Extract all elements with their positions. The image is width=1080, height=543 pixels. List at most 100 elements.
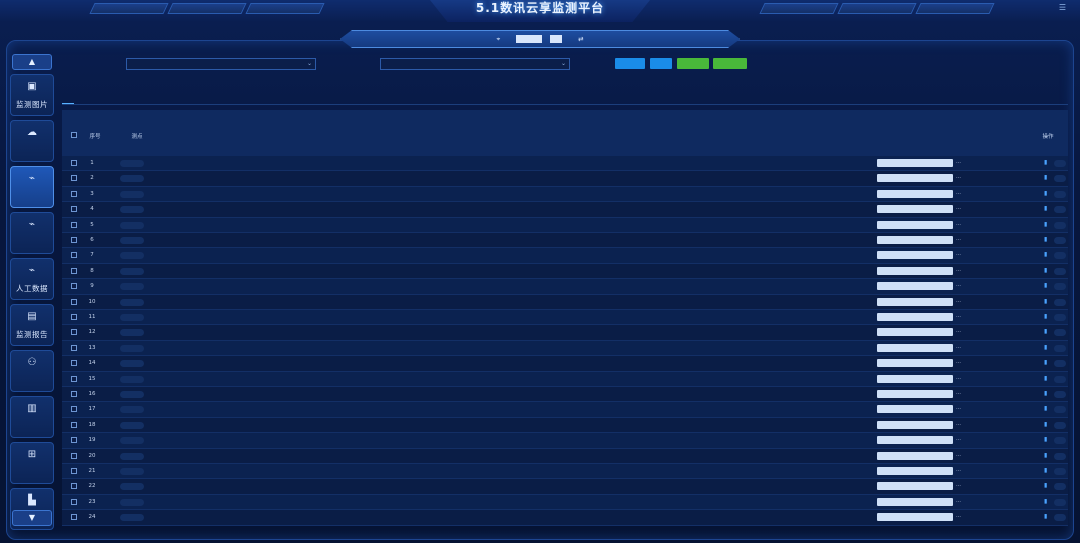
- more-icon[interactable]: …: [956, 159, 961, 165]
- table-row[interactable]: 10 … ▮: [62, 294, 1068, 310]
- file-link[interactable]: [877, 420, 953, 429]
- file-link[interactable]: [877, 297, 953, 306]
- row-checkbox[interactable]: [71, 514, 77, 521]
- file-link[interactable]: [877, 374, 953, 383]
- row-checkbox[interactable]: [71, 406, 77, 413]
- more-icon[interactable]: …: [956, 390, 961, 396]
- file-link[interactable]: [877, 205, 953, 214]
- row-checkbox[interactable]: [71, 283, 77, 290]
- chart-icon[interactable]: ▮: [1044, 513, 1047, 520]
- row-checkbox[interactable]: [71, 437, 77, 444]
- filter-select-2[interactable]: ⌄: [380, 58, 570, 70]
- export-button[interactable]: [713, 58, 747, 69]
- tab-5[interactable]: [118, 92, 130, 104]
- top-nav-button-1[interactable]: [89, 3, 169, 14]
- row-checkbox[interactable]: [71, 344, 77, 351]
- row-checkbox[interactable]: [71, 314, 77, 320]
- tab-4[interactable]: [104, 92, 116, 104]
- more-icon[interactable]: …: [956, 205, 961, 211]
- table-row[interactable]: 15 … ▮: [62, 371, 1068, 387]
- chart-icon[interactable]: ▮: [1044, 421, 1047, 428]
- sidebar-scroll-down-button[interactable]: ▼: [12, 510, 52, 526]
- row-checkbox[interactable]: [71, 391, 77, 397]
- chart-icon[interactable]: ▮: [1044, 390, 1047, 397]
- file-link[interactable]: [877, 467, 953, 475]
- more-icon[interactable]: …: [956, 174, 961, 180]
- more-icon[interactable]: …: [956, 452, 961, 458]
- row-checkbox[interactable]: [71, 190, 77, 197]
- chart-icon[interactable]: ▮: [1044, 159, 1047, 166]
- file-link[interactable]: [877, 451, 953, 460]
- more-icon[interactable]: …: [956, 421, 961, 427]
- top-nav-button-5[interactable]: [837, 3, 917, 14]
- more-icon[interactable]: …: [956, 190, 961, 196]
- chart-icon[interactable]: ▮: [1044, 328, 1047, 335]
- row-checkbox[interactable]: [71, 252, 77, 259]
- file-link[interactable]: [877, 220, 953, 229]
- more-icon[interactable]: …: [956, 251, 961, 257]
- file-link[interactable]: [877, 482, 953, 491]
- sidebar-item-1[interactable]: ▣ 监测图片: [10, 74, 54, 116]
- tab-2[interactable]: [76, 92, 88, 104]
- chart-icon[interactable]: ▮: [1044, 375, 1047, 382]
- file-link[interactable]: [877, 390, 953, 398]
- file-link[interactable]: [877, 174, 953, 183]
- row-checkbox[interactable]: [71, 160, 77, 166]
- row-checkbox[interactable]: [71, 175, 77, 182]
- row-checkbox[interactable]: [71, 267, 77, 274]
- table-row[interactable]: 16 … ▮: [62, 387, 1068, 403]
- file-link[interactable]: [877, 282, 953, 291]
- sidebar-item-4[interactable]: ⌁: [10, 212, 54, 254]
- row-checkbox[interactable]: [71, 483, 77, 490]
- table-row[interactable]: 3 … ▮: [62, 186, 1068, 203]
- file-link[interactable]: [877, 251, 953, 260]
- top-nav-button-3[interactable]: [245, 3, 325, 14]
- file-link[interactable]: [877, 189, 953, 198]
- chart-icon[interactable]: ▮: [1044, 498, 1047, 505]
- top-nav-button-4[interactable]: [759, 3, 839, 14]
- sidebar-item-3[interactable]: ⌁: [10, 166, 54, 208]
- row-checkbox[interactable]: [71, 329, 77, 336]
- sidebar-item-5[interactable]: ⌁ 人工数据: [10, 258, 54, 300]
- more-icon[interactable]: …: [956, 344, 961, 350]
- sidebar-item-9[interactable]: ⊞: [10, 442, 54, 484]
- table-row[interactable]: 2 … ▮: [62, 171, 1068, 187]
- chart-icon[interactable]: ▮: [1044, 405, 1047, 412]
- table-row[interactable]: 20 … ▮: [62, 448, 1068, 464]
- menu-icon[interactable]: ☰: [1059, 3, 1066, 12]
- file-link[interactable]: [877, 405, 953, 414]
- chart-icon[interactable]: ▮: [1044, 436, 1047, 443]
- table-row[interactable]: 8 … ▮: [62, 263, 1068, 280]
- sidebar-item-8[interactable]: ▥: [10, 396, 54, 438]
- more-icon[interactable]: …: [956, 236, 961, 242]
- table-row[interactable]: 23 … ▮: [62, 494, 1068, 511]
- table-row[interactable]: 5 … ▮: [62, 217, 1068, 233]
- table-row[interactable]: 22 … ▮: [62, 479, 1068, 495]
- chart-icon[interactable]: ▮: [1044, 467, 1047, 474]
- row-checkbox[interactable]: [71, 468, 77, 474]
- filter-select-1[interactable]: ⌄: [126, 58, 316, 70]
- table-row[interactable]: 6 … ▮: [62, 233, 1068, 249]
- search-button[interactable]: [615, 58, 645, 69]
- sidebar-scroll-up-button[interactable]: ▲: [12, 54, 52, 70]
- more-icon[interactable]: …: [956, 405, 961, 411]
- row-checkbox[interactable]: [71, 452, 77, 459]
- switch-icon[interactable]: ⇄: [578, 35, 583, 43]
- row-checkbox[interactable]: [71, 206, 77, 213]
- chart-icon[interactable]: ▮: [1044, 251, 1047, 258]
- file-link[interactable]: [877, 343, 953, 352]
- file-link[interactable]: [877, 236, 953, 244]
- more-icon[interactable]: …: [956, 298, 961, 304]
- table-row[interactable]: 1 … ▮: [62, 156, 1068, 172]
- chart-icon[interactable]: ▮: [1044, 190, 1047, 197]
- row-checkbox[interactable]: [71, 421, 77, 428]
- tab-3[interactable]: [90, 92, 102, 104]
- file-link[interactable]: [877, 313, 953, 321]
- row-checkbox[interactable]: [71, 375, 77, 382]
- more-icon[interactable]: …: [956, 267, 961, 273]
- table-row[interactable]: 12 … ▮: [62, 325, 1068, 341]
- sidebar-item-7[interactable]: ⚇: [10, 350, 54, 392]
- select-all-checkbox[interactable]: [71, 132, 77, 138]
- import-button[interactable]: [677, 58, 709, 69]
- more-icon[interactable]: …: [956, 313, 961, 319]
